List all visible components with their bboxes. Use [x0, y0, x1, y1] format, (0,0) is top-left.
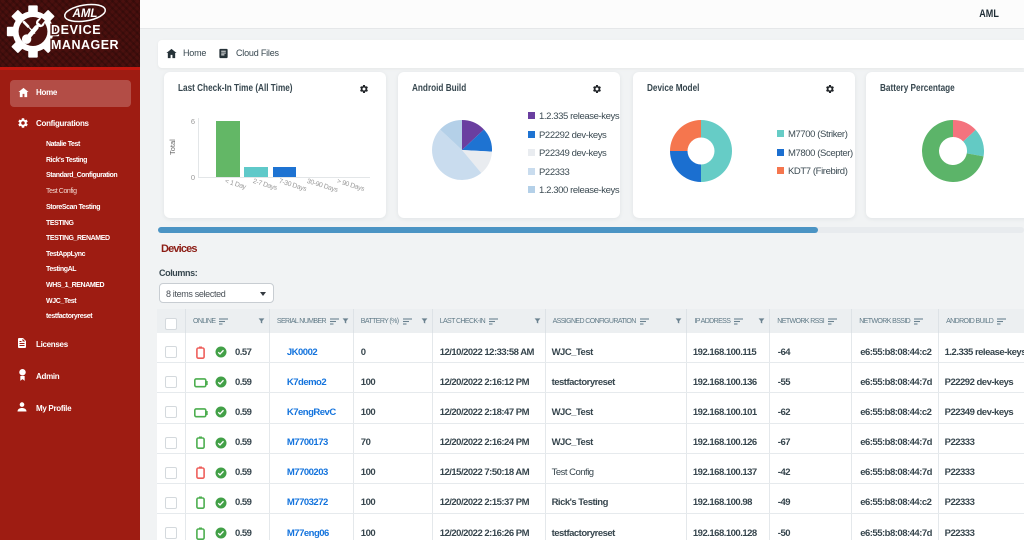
svg-text:DEVICE: DEVICE [51, 23, 101, 37]
svg-text:MANAGER: MANAGER [51, 38, 119, 52]
svg-text:AML: AML [72, 8, 98, 20]
